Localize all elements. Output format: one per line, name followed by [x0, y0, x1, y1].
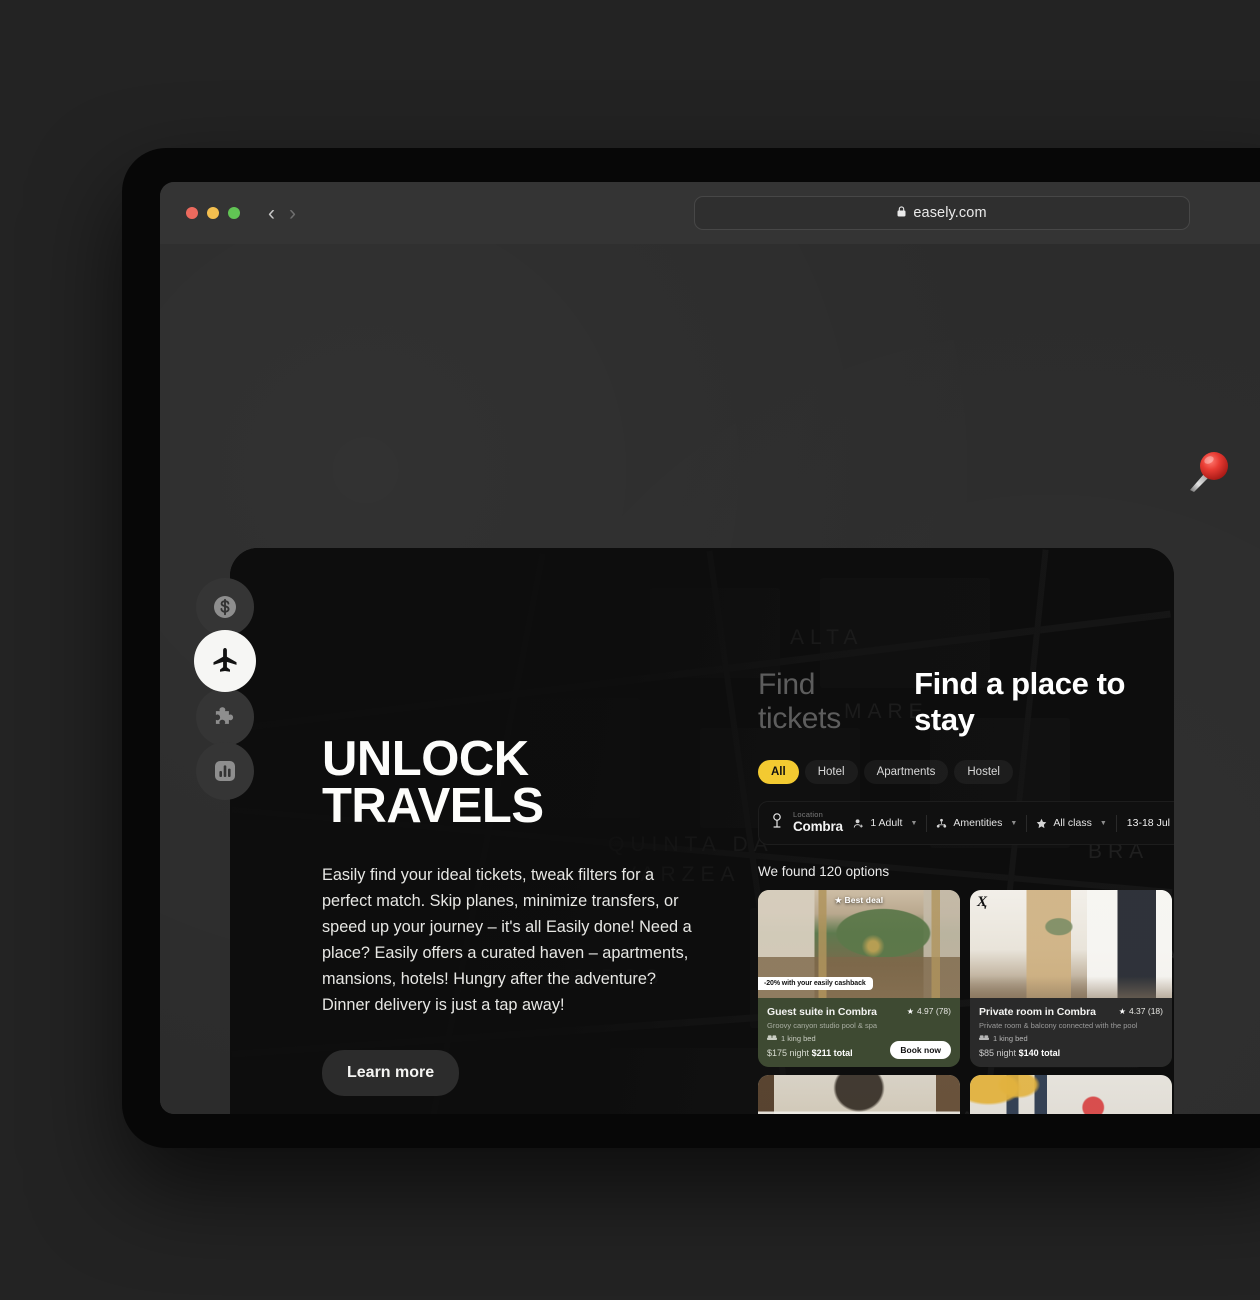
class-field[interactable]: All class ▼: [1027, 810, 1115, 836]
tab-find-tickets[interactable]: Find tickets: [758, 668, 903, 736]
chevron-down-icon: ▼: [910, 819, 918, 827]
close-window-button[interactable]: [186, 207, 198, 219]
listing-photo: -20% with your easily cashback: [758, 1074, 960, 1114]
location-field[interactable]: Location Combra: [770, 810, 844, 835]
rating-value: 4.37 (18): [1128, 1006, 1163, 1016]
chip-apartments[interactable]: Apartments: [863, 760, 949, 784]
listing-subtitle: Private room & balcony connected with th…: [979, 1020, 1138, 1030]
device-screen: ‹ › easely.com ↻: [160, 182, 1260, 1114]
back-button[interactable]: ‹: [268, 203, 275, 224]
location-value: Combra: [793, 819, 843, 835]
bed-label: 1 king bed: [781, 1033, 816, 1043]
forward-button[interactable]: ›: [289, 203, 296, 224]
listing-subtitle: Groovy canyon studio pool & spa: [767, 1020, 878, 1030]
class-value: All class: [1053, 817, 1092, 829]
address-bar[interactable]: easely.com: [694, 196, 1190, 230]
listing-body: Private room in Combra ★ 4.37 (18) Priva…: [970, 998, 1172, 1067]
listing-photo: ★ Best deal -20% with your easily cashba…: [758, 890, 960, 998]
chevron-down-icon: ▼: [1010, 819, 1018, 827]
sidebar-item-payments[interactable]: [196, 578, 254, 636]
listing-card[interactable]: Stylish room ★ 4.97 (78) Private room & …: [970, 1074, 1172, 1114]
window-traffic-lights[interactable]: [186, 207, 240, 219]
bed-icon: [979, 1034, 989, 1043]
sidebar-item-flights[interactable]: [194, 630, 256, 692]
amenities-icon: [936, 818, 947, 829]
headline-line-1: UNLOCK: [322, 732, 529, 786]
browser-nav-buttons[interactable]: ‹ ›: [268, 203, 296, 224]
amenities-value: Amentities: [953, 817, 1003, 829]
star-icon: ★: [834, 896, 843, 905]
best-deal-label: Best deal: [844, 895, 884, 905]
headline-line-2: TRAVELS: [322, 778, 544, 833]
floating-sidebar: [194, 578, 256, 800]
airplane-icon: [210, 646, 240, 676]
page-title: UNLOCK TRAVELS: [322, 732, 722, 833]
rating-value: 4.97 (78): [916, 1006, 951, 1016]
listing-card[interactable]: -20% with your easily cashback Well-equi…: [758, 1074, 960, 1114]
listing-rating: ★ 4.37 (18): [1119, 1006, 1163, 1016]
panel-title: Find tickets Find a place to stay: [758, 666, 1174, 738]
brand-mark-icon: Ҳ: [977, 894, 988, 910]
dollar-circle-icon: [212, 594, 238, 620]
guests-field[interactable]: 1 Adult ▼: [844, 810, 926, 836]
amenities-field[interactable]: Amentities ▼: [927, 810, 1026, 836]
search-bar[interactable]: Location Combra 1 Adult ▼ Amentities ▼ A…: [758, 801, 1174, 845]
bed-label: 1 king bed: [993, 1033, 1028, 1043]
hero-paragraph: Easily find your ideal tickets, tweak fi…: [322, 866, 692, 1014]
location-label: Location: [793, 810, 823, 820]
listing-card[interactable]: ★ Best deal -20% with your easily cashba…: [758, 890, 960, 1067]
price-total: $140 total: [1018, 1047, 1061, 1058]
search-panel: Find tickets Find a place to stay All Ho…: [758, 666, 1174, 1114]
star-icon: [1036, 818, 1047, 829]
add-person-icon: [853, 818, 864, 829]
results-count: We found 120 options: [758, 864, 890, 879]
chip-hotel[interactable]: Hotel: [804, 760, 858, 784]
cashback-badge: -20% with your easily cashback: [758, 977, 873, 990]
price-night: $85 night: [979, 1047, 1017, 1058]
star-icon: ★: [906, 1006, 914, 1016]
location-pin-icon: [770, 812, 784, 833]
listing-price: $85 night $140 total: [979, 1048, 1163, 1058]
minimize-window-button[interactable]: [207, 207, 219, 219]
bed-icon: [767, 1034, 777, 1043]
listing-title: Guest suite in Combra: [767, 1006, 877, 1018]
tab-find-a-place-to-stay[interactable]: Find a place to stay: [914, 666, 1174, 738]
listing-title: Private room in Combra: [979, 1006, 1096, 1018]
zoom-window-button[interactable]: [228, 207, 240, 219]
star-icon: ★: [1118, 1006, 1126, 1016]
bar-chart-icon: [213, 759, 237, 783]
hero-panel: ALTA QUINTA DA VARZEA REIROS CA BRA ALTO…: [230, 548, 1174, 1114]
screenshot-root: ‹ › easely.com ↻: [0, 0, 1260, 1300]
hero-copy: UNLOCK TRAVELS Easily find your ideal ti…: [322, 732, 722, 1096]
listing-bed: 1 king bed: [979, 1034, 1163, 1043]
price-total: $211 total: [811, 1047, 853, 1058]
price-night: $175 night: [767, 1047, 810, 1058]
sidebar-item-extras[interactable]: [196, 688, 254, 746]
web-page: ALTA QUINTA DA VARZEA REIROS CA BRA ALTO…: [160, 244, 1260, 1114]
learn-more-button[interactable]: Learn more: [322, 1049, 460, 1096]
best-deal-badge: ★ Best deal: [758, 895, 960, 905]
lock-icon: [897, 206, 906, 220]
guests-value: 1 Adult: [870, 817, 903, 829]
chevron-down-icon: ▼: [1099, 819, 1107, 827]
dates-field[interactable]: 13-18 Jul: [1117, 817, 1174, 829]
listing-card[interactable]: Ҳ Private room in Combra ★ 4.37 (18) Pri…: [970, 890, 1172, 1067]
browser-chrome: ‹ › easely.com ↻: [160, 182, 1260, 244]
results-grid: ★ Best deal -20% with your easily cashba…: [758, 890, 1174, 1114]
listing-body: Guest suite in Combra ★ 4.97 (78) Groovy…: [758, 998, 960, 1067]
chip-all[interactable]: All: [758, 760, 799, 784]
book-now-button[interactable]: Book now: [890, 1040, 951, 1059]
category-filter-chips: All Hotel Apartments Hostel: [758, 760, 1174, 784]
listing-photo: [970, 1074, 1172, 1114]
url-text: easely.com: [913, 205, 987, 221]
puzzle-piece-icon: [212, 704, 238, 730]
sidebar-item-analytics[interactable]: [196, 742, 254, 800]
chip-hostel[interactable]: Hostel: [954, 760, 1013, 784]
listing-photo: Ҳ: [970, 890, 1172, 998]
listing-rating: ★ 4.97 (78): [907, 1006, 951, 1016]
